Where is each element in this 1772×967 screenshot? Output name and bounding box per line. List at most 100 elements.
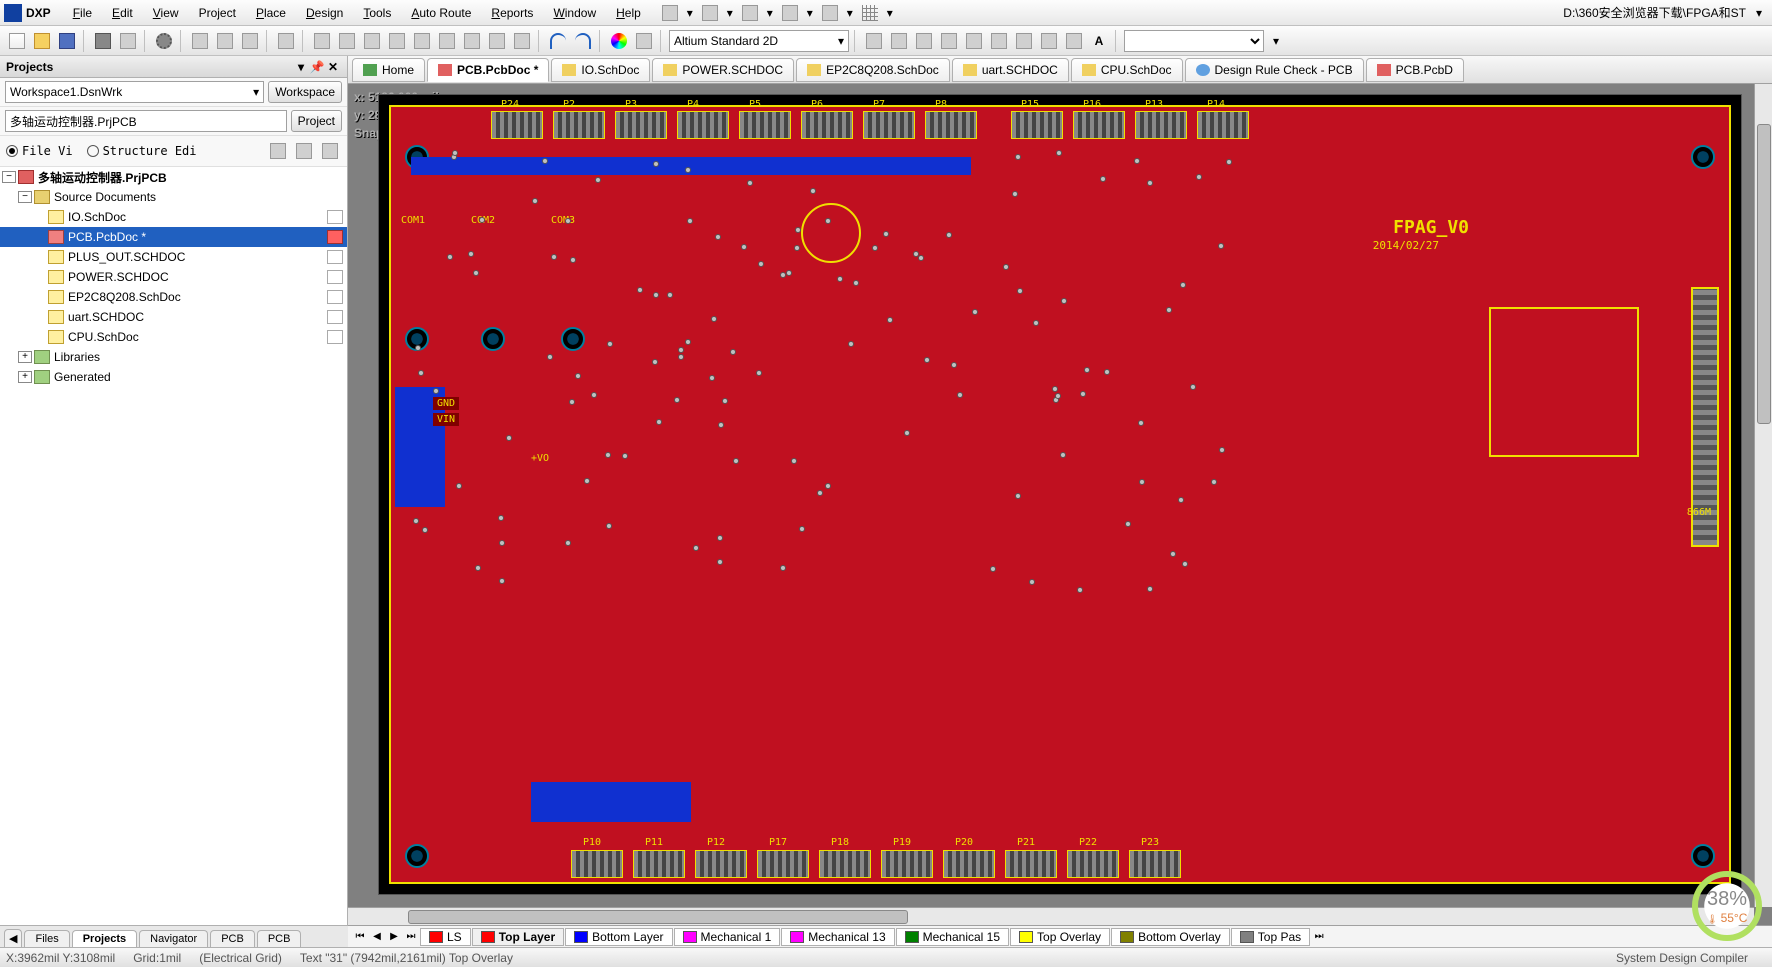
place-fill-button[interactable] (386, 30, 408, 52)
menu-place[interactable]: Place (246, 4, 296, 22)
menu-project[interactable]: Project (189, 4, 246, 22)
zoom-area-button[interactable] (189, 30, 211, 52)
menu-quick-3[interactable] (739, 2, 761, 24)
route-track-button[interactable] (863, 30, 885, 52)
secondary-select[interactable] (1124, 30, 1264, 52)
view-mode-select[interactable]: Altium Standard 2D ▾ (669, 30, 849, 52)
place-comp-button[interactable] (938, 30, 960, 52)
menu-edit[interactable]: Edit (102, 4, 143, 22)
tree-doc-1[interactable]: PCB.PcbDoc * (0, 227, 347, 247)
doc-tab-6[interactable]: CPU.SchDoc (1071, 58, 1183, 82)
menu-help[interactable]: Help (606, 4, 651, 22)
route-diff-button[interactable] (888, 30, 910, 52)
place-pad-button[interactable] (361, 30, 383, 52)
dd2[interactable]: ▾ (721, 6, 739, 20)
btab-pcb[interactable]: PCB (210, 930, 255, 947)
workspace-button[interactable]: Workspace (268, 81, 342, 103)
menu-quick-1[interactable] (659, 2, 681, 24)
tree-toggle-icon[interactable]: + (18, 351, 32, 363)
tree-libraries[interactable]: + Libraries (0, 347, 347, 367)
show3d-button[interactable] (275, 30, 297, 52)
scrollbar-horizontal[interactable] (348, 907, 1754, 925)
doc-tab-7[interactable]: Design Rule Check - PCB (1185, 58, 1364, 82)
preview-button[interactable] (117, 30, 139, 52)
menu-tools[interactable]: Tools (353, 4, 401, 22)
tree-doc-2[interactable]: PLUS_OUT.SCHDOC (0, 247, 347, 267)
btab-pcb2[interactable]: PCB (257, 930, 302, 947)
layer-tab-bottom-layer[interactable]: Bottom Layer (565, 928, 672, 946)
menu-quick-5[interactable] (819, 2, 841, 24)
layer-nav-first[interactable]: ⏮ (352, 931, 368, 942)
dd4[interactable]: ▾ (801, 6, 819, 20)
layer-tab-top-layer[interactable]: Top Layer (472, 928, 564, 946)
layer-nav-prev[interactable]: ◀ (369, 931, 385, 942)
scroll-thumb[interactable] (1757, 124, 1771, 424)
dd6[interactable]: ▾ (881, 6, 899, 20)
color-button[interactable] (608, 30, 630, 52)
btab-prev[interactable]: ◀ (4, 929, 22, 947)
place-rect-button[interactable] (1013, 30, 1035, 52)
panel-close-icon[interactable]: ✕ (325, 60, 341, 74)
title-path-dd[interactable]: ▾ (1750, 6, 1768, 20)
settings-button[interactable] (153, 30, 175, 52)
layers-button[interactable] (633, 30, 655, 52)
radio-structure-view[interactable] (87, 145, 99, 157)
layer-tab-bottom-overlay[interactable]: Bottom Overlay (1111, 928, 1230, 946)
doc-tab-3[interactable]: POWER.SCHDOC (652, 58, 794, 82)
zoom-selected-button[interactable] (239, 30, 261, 52)
menu-file[interactable]: File (63, 4, 102, 22)
menu-reports[interactable]: Reports (481, 4, 543, 22)
redo-button[interactable] (572, 30, 594, 52)
zoom-fit-button[interactable] (214, 30, 236, 52)
project-button[interactable]: Project (291, 110, 342, 132)
menu-view[interactable]: View (143, 4, 189, 22)
place-via-button[interactable] (336, 30, 358, 52)
place-poly-button[interactable] (411, 30, 433, 52)
tree-generated[interactable]: + Generated (0, 367, 347, 387)
layer-tab-ls[interactable]: LS (420, 928, 471, 946)
tree-doc-0[interactable]: IO.SchDoc (0, 207, 347, 227)
menu-quick-6[interactable] (859, 2, 881, 24)
workspace-select[interactable]: Workspace1.DsnWrk ▾ (5, 81, 264, 103)
new-button[interactable] (6, 30, 28, 52)
place-arc-button[interactable] (988, 30, 1010, 52)
performance-badge[interactable]: 38% 🌡 55°C (1692, 871, 1762, 941)
tree-toggle-icon[interactable]: − (18, 191, 32, 203)
place-line-button[interactable] (963, 30, 985, 52)
place-text2-button[interactable]: A (1088, 30, 1110, 52)
secondary-dd[interactable]: ▾ (1267, 34, 1285, 48)
tree-doc-5[interactable]: uart.SCHDOC (0, 307, 347, 327)
tree-root[interactable]: − 多轴运动控制器.PrjPCB (0, 167, 347, 187)
layer-nav-last[interactable]: ⏭ (403, 931, 419, 942)
tree-source-docs[interactable]: − Source Documents (0, 187, 347, 207)
place-string-button[interactable] (436, 30, 458, 52)
tree-opt1-icon[interactable] (267, 140, 289, 162)
layer-tab-top-pas[interactable]: Top Pas (1231, 928, 1310, 946)
move-button[interactable] (461, 30, 483, 52)
layer-tab-mechanical-13[interactable]: Mechanical 13 (781, 928, 894, 946)
open-button[interactable] (31, 30, 53, 52)
tree-doc-3[interactable]: POWER.SCHDOC (0, 267, 347, 287)
pcb-canvas[interactable]: FPAG_V0 2014/02/27 P24P2P3P4P5P6P7P8 P15… (378, 94, 1742, 895)
select-button[interactable] (486, 30, 508, 52)
pcb-viewport[interactable]: x: 5196.000 mil y: 2847.000 mil Snap: 1m… (348, 84, 1772, 925)
print-button[interactable] (92, 30, 114, 52)
layer-tab-mechanical-15[interactable]: Mechanical 15 (896, 928, 1009, 946)
scrollbar-vertical[interactable] (1754, 84, 1772, 907)
menu-quick-4[interactable] (779, 2, 801, 24)
place-dim-button[interactable] (1063, 30, 1085, 52)
layer-tab-top-overlay[interactable]: Top Overlay (1010, 928, 1110, 946)
tree-opt2-icon[interactable] (293, 140, 315, 162)
tree-doc-4[interactable]: EP2C8Q208.SchDoc (0, 287, 347, 307)
layer-nav-more[interactable]: ⏭ (1311, 931, 1327, 942)
doc-tab-0[interactable]: Home (352, 58, 425, 82)
layer-nav-next[interactable]: ▶ (386, 931, 402, 942)
undo-button[interactable] (547, 30, 569, 52)
btab-projects[interactable]: Projects (72, 930, 137, 947)
save-button[interactable] (56, 30, 78, 52)
project-select[interactable]: 多轴运动控制器.PrjPCB (5, 110, 287, 132)
menu-autoroute[interactable]: Auto Route (401, 4, 481, 22)
place-track-button[interactable] (311, 30, 333, 52)
deselect-button[interactable] (511, 30, 533, 52)
menu-design[interactable]: Design (296, 4, 353, 22)
